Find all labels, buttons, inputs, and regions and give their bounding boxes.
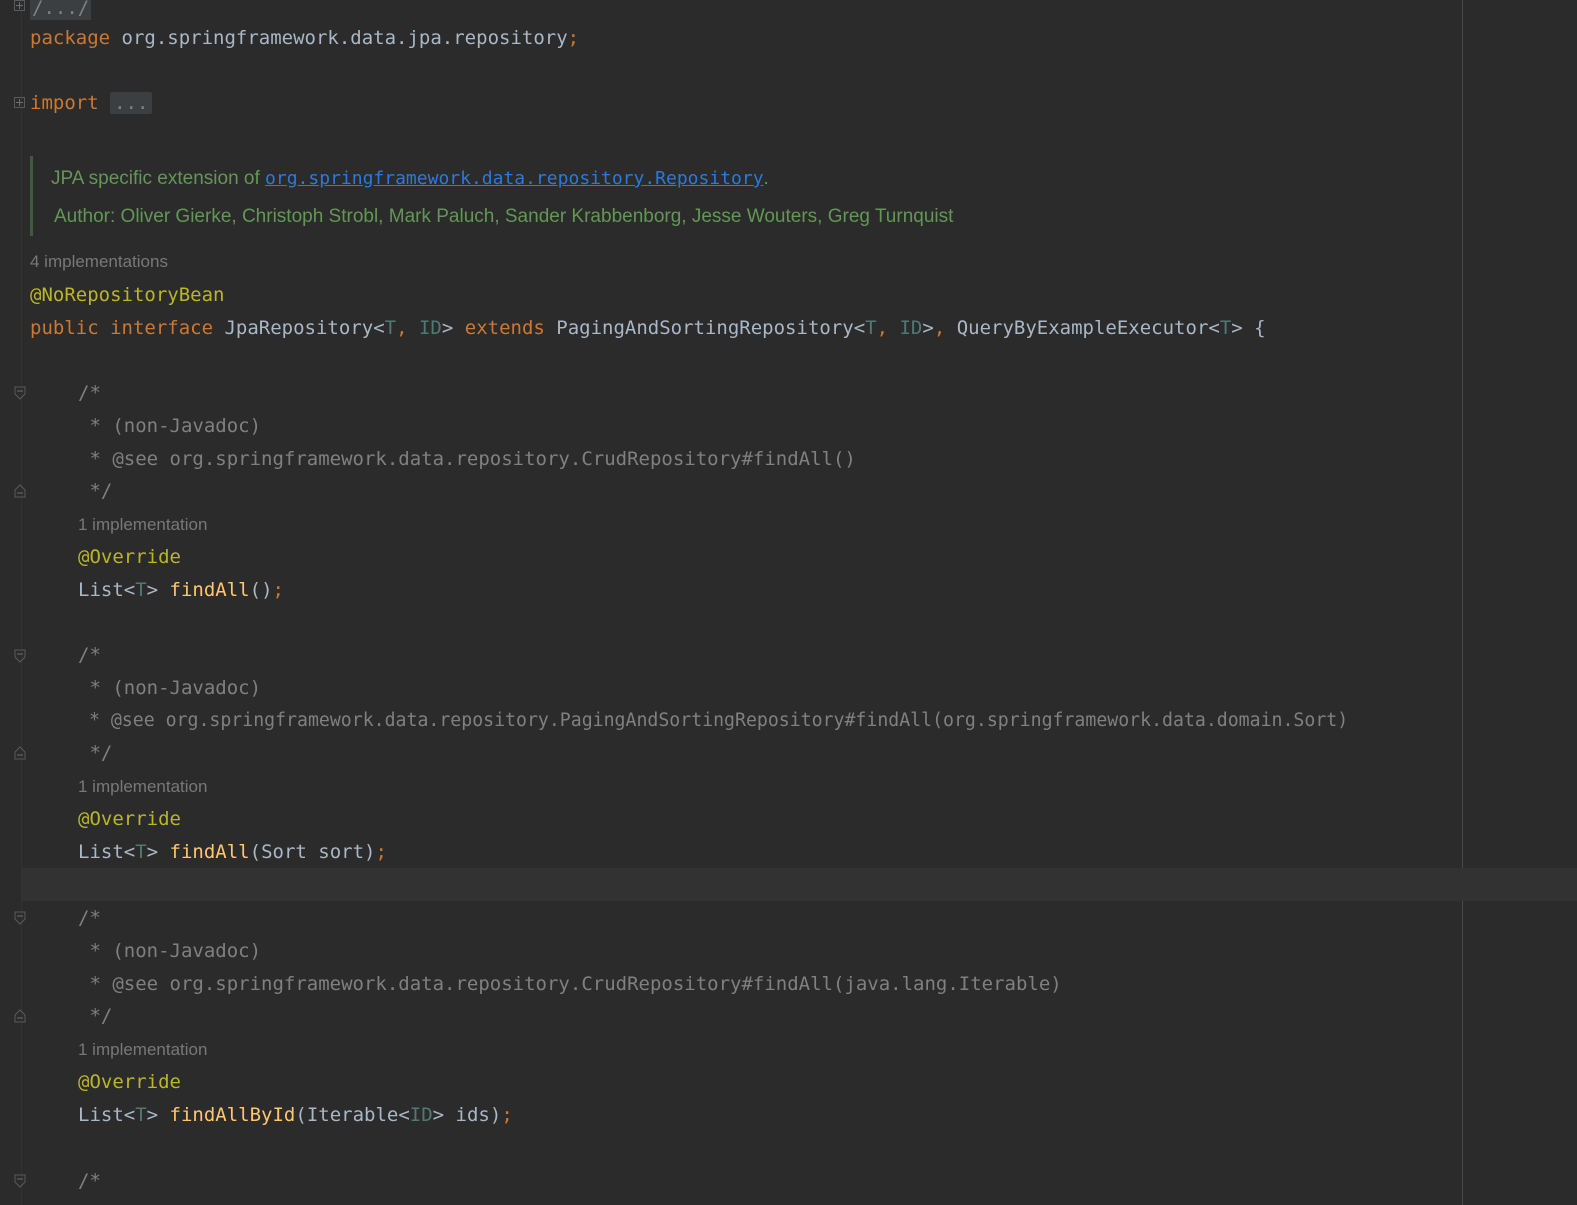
method-name: findAll [169, 579, 250, 601]
comment-open: /* [78, 382, 101, 404]
editor-gutter[interactable] [0, 0, 22, 1205]
fold-expand-icon[interactable] [14, 97, 25, 108]
return-type: List< [78, 841, 136, 863]
method-findall-sort[interactable]: List<T> findAll(Sort sort); [78, 840, 387, 864]
comma: , [396, 317, 408, 339]
implementations-hint[interactable]: 4 implementations [30, 252, 168, 272]
javadoc-link[interactable]: org.springframework.data.repository.Repo… [265, 168, 764, 189]
package-name: org.springframework.data.jpa.repository [110, 27, 568, 49]
type-param: T [865, 317, 877, 339]
javadoc-author: Author: Oliver Gierke, Christoph Strobl,… [54, 206, 954, 227]
gutter-divider [21, 0, 22, 1205]
method-params: () [249, 579, 273, 601]
type-param: ID [409, 1104, 433, 1126]
return-type: List< [78, 1104, 136, 1126]
type-param: T [135, 579, 147, 601]
method-name: findAll [169, 841, 250, 863]
type-param: T [135, 841, 147, 863]
interface-declaration[interactable]: public interface JpaRepository<T, ID> ex… [30, 316, 1266, 340]
comment-open: /* [78, 907, 101, 929]
fold-expand-icon[interactable] [14, 0, 25, 11]
interface-keyword: interface [110, 317, 214, 339]
comment-close: */ [78, 742, 113, 764]
override-annotation[interactable]: @Override [78, 545, 181, 569]
generic-close: > [922, 317, 934, 339]
comma: , [933, 317, 946, 339]
generic-close: > [146, 579, 170, 601]
generic-close: > [441, 317, 465, 339]
comment-line: * @see org.springframework.data.reposito… [78, 448, 856, 470]
fold-collapse-icon[interactable] [14, 1174, 26, 1188]
fold-collapse-icon[interactable] [14, 649, 26, 663]
comment-close: */ [78, 1005, 113, 1027]
fold-collapse-icon[interactable] [14, 911, 26, 925]
return-type: List< [78, 579, 136, 601]
implementation-hint[interactable]: 1 implementation [78, 777, 207, 797]
method-name: findAllById [169, 1104, 296, 1126]
semicolon: ; [272, 579, 284, 601]
comment-close: */ [78, 480, 113, 502]
comma: , [876, 317, 889, 339]
interface-name: JpaRepository< [213, 317, 385, 339]
method-params: > ids) [432, 1104, 502, 1126]
comment-line: * @see org.springframework.data.reposito… [78, 710, 1349, 731]
comment-open: /* [78, 644, 101, 666]
type-param: ID [407, 317, 442, 339]
comment-line: * (non-Javadoc) [78, 677, 262, 699]
generic-close: > [146, 841, 170, 863]
folded-imports[interactable]: ... [110, 92, 153, 114]
import-keyword: import [30, 92, 99, 114]
javadoc-summary: JPA specific extension of org.springfram… [51, 168, 769, 190]
type-param: T [135, 1104, 147, 1126]
folded-header-comment[interactable]: /.../ [30, 0, 92, 20]
right-margin-guide [1462, 0, 1463, 1205]
public-keyword: public [30, 317, 99, 339]
fold-collapse-icon[interactable] [14, 386, 26, 400]
package-keyword: package [30, 27, 111, 49]
parent-interface: QueryByExampleExecutor< [945, 317, 1220, 339]
method-findall[interactable]: List<T> findAll(); [78, 578, 284, 602]
semicolon: ; [567, 27, 580, 49]
generic-close: > [146, 1104, 170, 1126]
javadoc-text: JPA specific extension of [51, 168, 266, 189]
package-line[interactable]: package org.springframework.data.jpa.rep… [30, 26, 579, 50]
comment-open: /* [78, 1170, 101, 1192]
comment-line: * @see org.springframework.data.reposito… [78, 973, 1062, 995]
fold-end-icon[interactable] [14, 484, 26, 498]
method-findallbyid[interactable]: List<T> findAllById(Iterable<ID> ids); [78, 1103, 513, 1127]
generic-close-brace: > { [1231, 317, 1266, 339]
javadoc-period: . [763, 168, 769, 189]
current-line-highlight [22, 868, 1577, 901]
fold-end-icon[interactable] [14, 746, 26, 760]
override-annotation[interactable]: @Override [78, 1070, 181, 1094]
fold-end-icon[interactable] [14, 1009, 26, 1023]
semicolon: ; [375, 841, 387, 863]
override-annotation[interactable]: @Override [78, 807, 181, 831]
comment-line: * (non-Javadoc) [78, 415, 262, 437]
parent-interface: PagingAndSortingRepository< [544, 317, 866, 339]
class-annotation[interactable]: @NoRepositoryBean [30, 283, 224, 307]
type-param: T [384, 317, 397, 339]
method-params: (Iterable< [295, 1104, 410, 1126]
semicolon: ; [501, 1104, 513, 1126]
extends-keyword: extends [464, 317, 545, 339]
implementation-hint[interactable]: 1 implementation [78, 515, 207, 535]
type-param: ID [888, 317, 923, 339]
implementation-hint[interactable]: 1 implementation [78, 1040, 207, 1060]
type-param: T [1219, 317, 1232, 339]
import-line[interactable]: import ... [30, 91, 153, 115]
comment-line: * (non-Javadoc) [78, 940, 262, 962]
method-params: (Sort sort) [249, 841, 376, 863]
